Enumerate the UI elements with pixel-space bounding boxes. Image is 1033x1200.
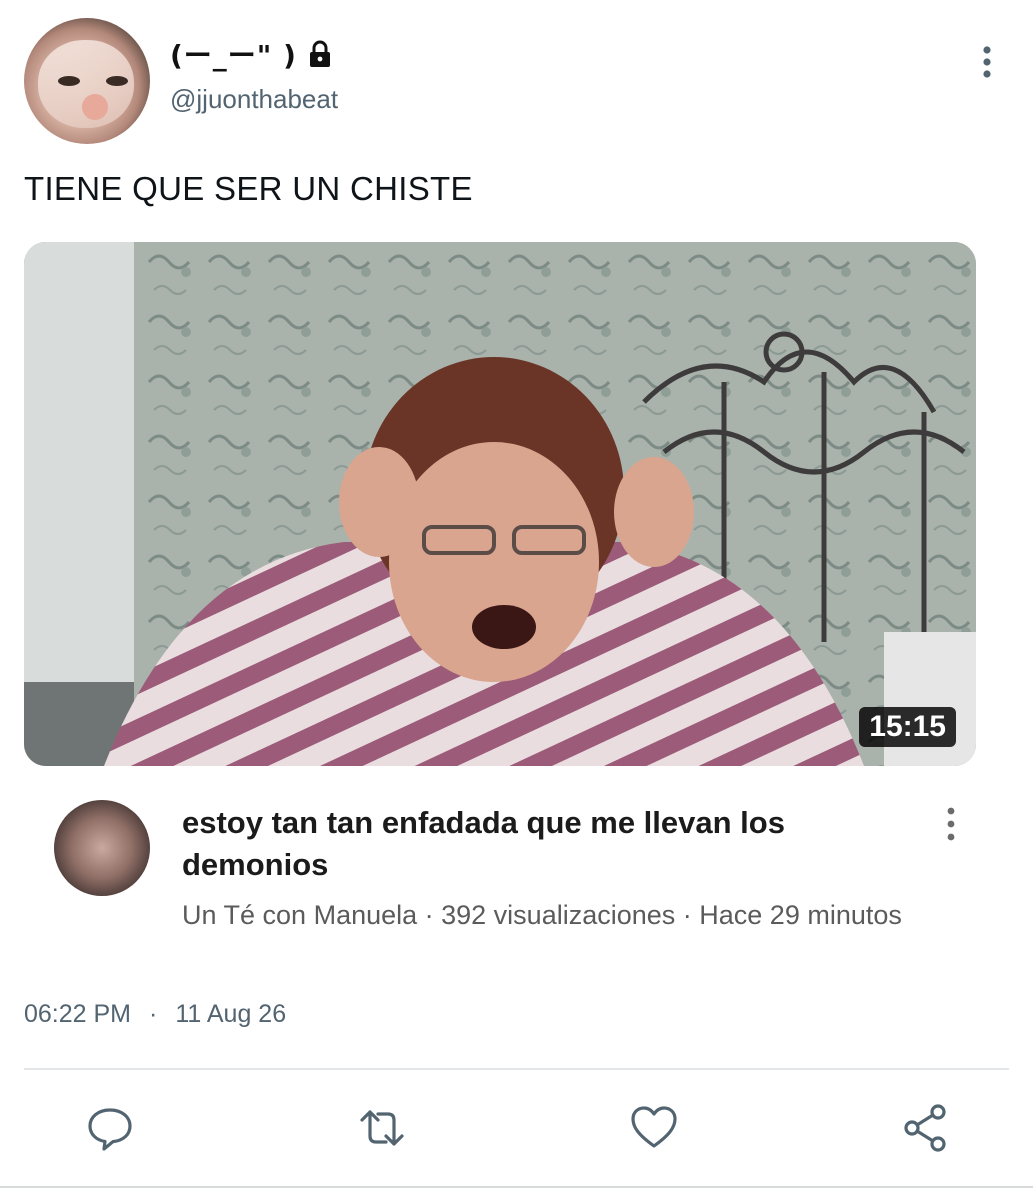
separator-dot: · <box>149 1000 158 1028</box>
divider <box>24 1068 1009 1070</box>
video-more-vertical-icon[interactable] <box>944 804 958 844</box>
heart-icon[interactable] <box>628 1102 680 1154</box>
share-icon[interactable] <box>900 1102 952 1154</box>
lock-icon <box>309 40 330 67</box>
avatar-eye-left <box>58 76 80 86</box>
bottom-border <box>0 1186 1033 1188</box>
avatar-nose <box>82 94 108 120</box>
video-thumbnail[interactable]: 15:15 <box>24 242 976 766</box>
tweet-header: (ー_ー" ) @jjuonthabeat <box>24 18 1009 146</box>
video-info: estoy tan tan enfadada que me llevan los… <box>24 790 976 980</box>
tweet-text: TIENE QUE SER UN CHISTE <box>24 170 473 207</box>
video-title[interactable]: estoy tan tan enfadada que me llevan los… <box>182 802 882 886</box>
channel-avatar[interactable] <box>54 800 150 896</box>
user-handle[interactable]: @jjuonthabeat <box>170 84 338 115</box>
avatar-eye-right <box>106 76 128 86</box>
retweet-icon[interactable] <box>356 1102 408 1154</box>
video-meta: Un Té con Manuela · 392 visualizaciones … <box>182 900 902 930</box>
user-avatar[interactable] <box>24 18 150 144</box>
tweet-date: 11 Aug 26 <box>175 1000 287 1028</box>
user-name-row: (ー_ー" ) <box>170 34 333 74</box>
tweet-timestamp: 06:22 PM · 11 Aug 26 <box>24 1000 286 1029</box>
tweet-time: 06:22 PM <box>24 1000 132 1028</box>
tweet-actions <box>24 1090 1009 1170</box>
reply-icon[interactable] <box>84 1102 136 1154</box>
thumbnail-image <box>24 242 976 766</box>
more-vertical-icon[interactable] <box>979 44 995 80</box>
video-duration-badge: 15:15 <box>859 707 956 747</box>
user-display-name[interactable]: (ー_ー" ) <box>170 34 297 74</box>
